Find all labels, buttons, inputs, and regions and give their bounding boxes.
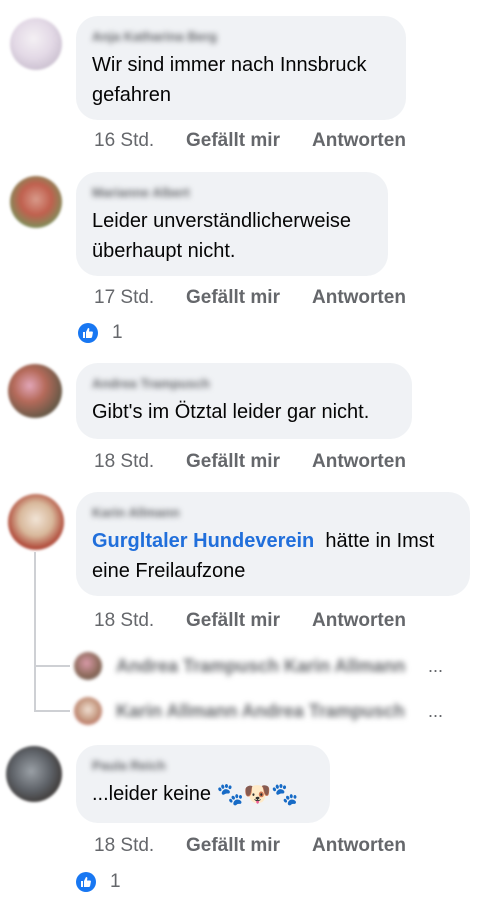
reply-preview[interactable]: Karin Allmann Andrea Trampusch ...	[74, 691, 443, 731]
comment-text: Leider unverständlicherweise überhaupt n…	[92, 210, 352, 262]
mention-link[interactable]: Gurgltaler Hundeverein	[92, 530, 314, 552]
reply-button[interactable]: Antworten	[312, 451, 406, 473]
avatar	[74, 652, 102, 680]
comment-bubble: Paula Reich ...leider keine 🐾🐶🐾	[76, 745, 330, 823]
comment-text: Wir sind immer nach Innsbruck gefahren	[92, 54, 367, 106]
thumbs-up-icon	[78, 323, 98, 343]
like-button[interactable]: Gefällt mir	[186, 610, 312, 632]
reply-preview-text: Andrea Trampusch Karin Allmann	[116, 655, 406, 676]
like-button[interactable]: Gefällt mir	[186, 451, 312, 473]
reply-button[interactable]: Antworten	[312, 610, 406, 632]
comment-text-body: ...leider keine	[92, 783, 211, 805]
like-button[interactable]: Gefällt mir	[186, 835, 312, 857]
reply-preview[interactable]: Andrea Trampusch Karin Allmann ...	[74, 646, 443, 686]
comment-time[interactable]: 18 Std.	[94, 451, 186, 473]
comment-author[interactable]: Anja Katharina Berg	[92, 28, 390, 46]
reply-preview-text: Karin Allmann Andrea Trampusch	[116, 700, 405, 721]
comment-author[interactable]: Marianne Albert	[92, 184, 372, 202]
comment-bubble: Anja Katharina Berg Wir sind immer nach …	[76, 16, 406, 120]
comment-time[interactable]: 17 Std.	[94, 287, 186, 309]
avatar[interactable]	[6, 746, 62, 802]
comment-author[interactable]: Andrea Trampusch	[92, 375, 396, 393]
comment-bubble: Karin Allmann Gurgltaler Hundeverein hät…	[76, 492, 470, 596]
reply-button[interactable]: Antworten	[312, 287, 406, 309]
thread-line	[34, 665, 70, 667]
comment-time[interactable]: 18 Std.	[94, 610, 186, 632]
comment-actions: 18 Std. Gefällt mir Antworten	[94, 610, 406, 632]
comment-actions: 17 Std. Gefällt mir Antworten	[94, 287, 406, 309]
reaction-count[interactable]: 1	[78, 322, 123, 344]
avatar	[74, 697, 102, 725]
like-button[interactable]: Gefällt mir	[186, 130, 312, 152]
comment-text: Gurgltaler Hundeverein hätte in Imst ein…	[92, 526, 454, 586]
avatar[interactable]	[8, 364, 62, 418]
reply-button[interactable]: Antworten	[312, 130, 406, 152]
ellipsis: ...	[428, 655, 444, 676]
reaction-count[interactable]: 1	[76, 871, 121, 893]
avatar[interactable]	[8, 494, 64, 550]
avatar[interactable]	[10, 176, 62, 228]
comment-author[interactable]: Paula Reich	[92, 757, 314, 775]
comment-text: ...leider keine 🐾🐶🐾	[92, 779, 314, 810]
thread-line	[34, 552, 36, 710]
comment-text: Gibt's im Ötztal leider gar nicht.	[92, 401, 370, 423]
thumbs-up-icon	[76, 872, 96, 892]
like-button[interactable]: Gefällt mir	[186, 287, 312, 309]
comment-author[interactable]: Karin Allmann	[92, 504, 454, 522]
comment-actions: 16 Std. Gefällt mir Antworten	[94, 130, 406, 152]
ellipsis: ...	[428, 700, 444, 721]
reaction-number: 1	[110, 871, 121, 892]
comment-time[interactable]: 18 Std.	[94, 835, 186, 857]
comment-time[interactable]: 16 Std.	[94, 130, 186, 152]
reaction-number: 1	[112, 322, 123, 343]
comment-bubble: Andrea Trampusch Gibt's im Ötztal leider…	[76, 363, 412, 439]
comment-bubble: Marianne Albert Leider unverständlicherw…	[76, 172, 388, 276]
comment-actions: 18 Std. Gefällt mir Antworten	[94, 451, 406, 473]
comment-actions: 18 Std. Gefällt mir Antworten	[94, 835, 406, 857]
avatar[interactable]	[10, 18, 62, 70]
reply-button[interactable]: Antworten	[312, 835, 406, 857]
paw-dog-emoji: 🐾🐶🐾	[216, 781, 299, 807]
thread-line	[34, 710, 70, 712]
